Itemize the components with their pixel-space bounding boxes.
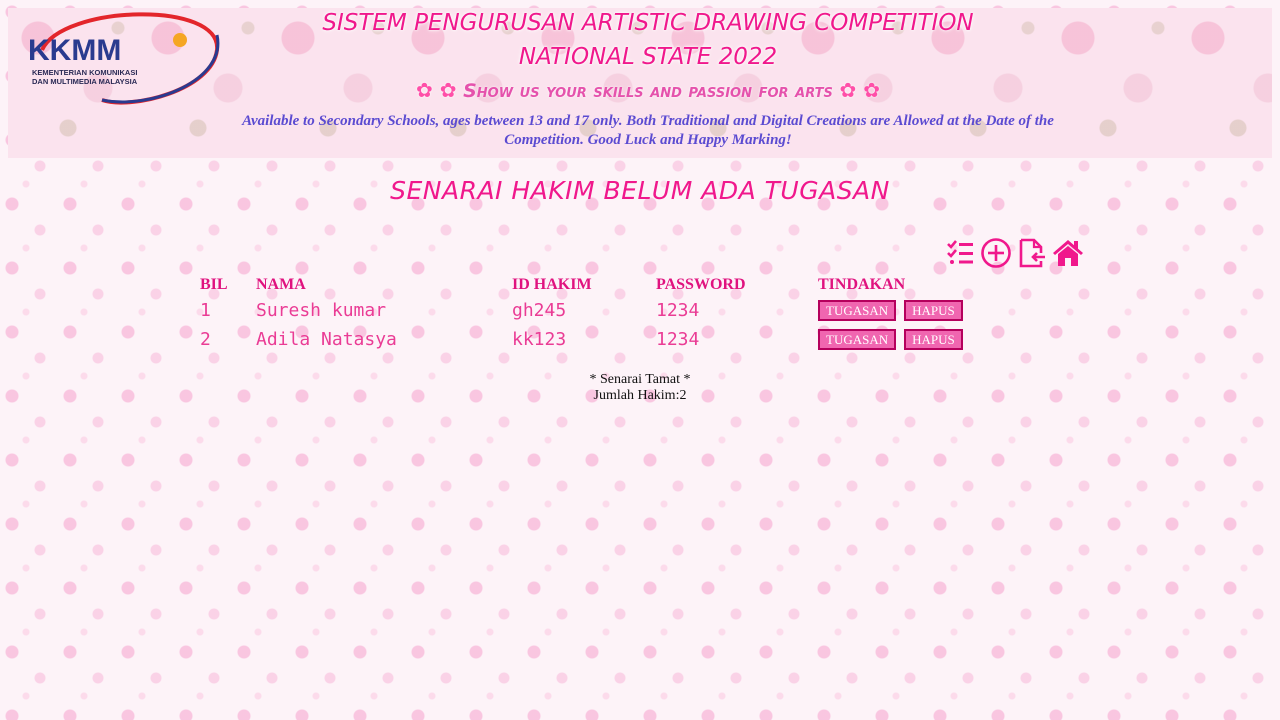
cell-bil: 2 (200, 329, 211, 350)
cell-id-hakim: kk123 (512, 329, 567, 350)
cell-actions: TUGASAN HAPUS (816, 325, 980, 354)
cell-actions: TUGASAN HAPUS (816, 296, 980, 325)
assign-button[interactable]: TUGASAN (818, 300, 897, 322)
file-export-icon[interactable] (1016, 237, 1048, 269)
kkmm-logo: KKMM KEMENTERIAN KOMUNIKASI DAN MULTIMED… (22, 10, 222, 110)
column-header-bil: BIL (200, 276, 228, 293)
judge-count-text: Jumlah Hakim:2 (593, 388, 687, 403)
flower-icon: ✿ ✿ (416, 78, 457, 102)
banner-note: Available to Secondary Schools, ages bet… (242, 113, 1054, 148)
cell-nama: Adila Natasya (256, 329, 397, 350)
flower-icon: ✿ ✿ (839, 78, 880, 102)
tagline: ✿ ✿ Show us your skills and passion for … (228, 78, 1068, 102)
column-header-tindakan: TINDAKAN (818, 276, 906, 293)
column-header-password: PASSWORD (656, 276, 746, 293)
cell-password: 1234 (656, 300, 700, 321)
logo-text: KKMM (28, 34, 122, 67)
cell-password: 1234 (656, 329, 700, 350)
cell-id-hakim: gh245 (512, 300, 567, 321)
logo-subtitle-line1: KEMENTERIAN KOMUNIKASI (32, 68, 138, 77)
column-header-nama: NAMA (256, 276, 306, 293)
list-end-text: * Senarai Tamat * (589, 372, 691, 387)
system-title: SISTEM PENGURUSAN ARTISTIC DRAWING COMPE… (322, 10, 974, 36)
judges-table: BIL NAMA ID HAKIM PASSWORD TINDAKAN 1 Su… (198, 274, 980, 354)
header-banner: KKMM KEMENTERIAN KOMUNIKASI DAN MULTIMED… (8, 8, 1272, 158)
assign-button[interactable]: TUGASAN (818, 329, 897, 351)
page-title: SENARAI HAKIM BELUM ADA TUGASAN (390, 176, 890, 205)
delete-button[interactable]: HAPUS (904, 329, 963, 351)
cell-nama: Suresh kumar (256, 300, 387, 321)
checklist-icon[interactable] (944, 237, 976, 269)
system-subtitle: NATIONAL STATE 2022 (518, 44, 778, 70)
home-icon[interactable] (1052, 237, 1084, 269)
delete-button[interactable]: HAPUS (904, 300, 963, 322)
column-header-id-hakim: ID HAKIM (512, 276, 592, 293)
cell-bil: 1 (200, 300, 211, 321)
table-row: 1 Suresh kumar gh245 1234 TUGASAN HAPUS (198, 296, 980, 325)
table-header-row: BIL NAMA ID HAKIM PASSWORD TINDAKAN (198, 274, 980, 296)
table-row: 2 Adila Natasya kk123 1234 TUGASAN HAPUS (198, 325, 980, 354)
logo-subtitle-line2: DAN MULTIMEDIA MALAYSIA (32, 77, 138, 86)
list-footer: * Senarai Tamat * Jumlah Hakim:2 (0, 372, 1280, 404)
toolbar (944, 236, 1084, 270)
add-circle-icon[interactable] (980, 237, 1012, 269)
tagline-text: Show us your skills and passion for arts (463, 80, 833, 102)
